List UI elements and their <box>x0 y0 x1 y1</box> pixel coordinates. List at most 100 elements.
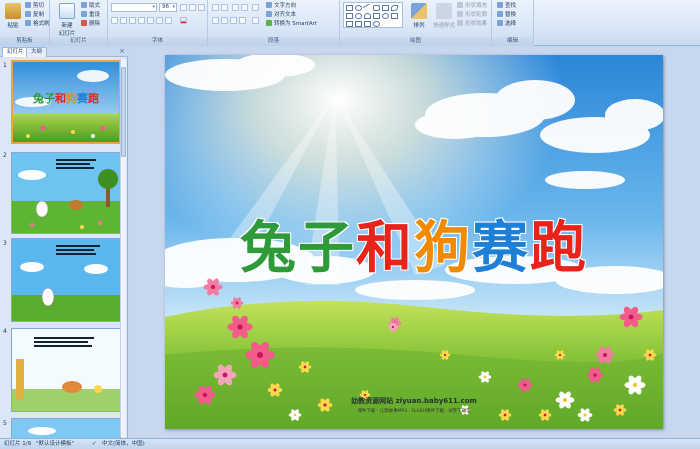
italic-icon[interactable] <box>120 17 127 24</box>
font-label: 字体 <box>108 37 207 46</box>
scrollbar-thumb[interactable] <box>121 67 126 157</box>
slide-number: 1 <box>3 62 7 69</box>
underline-icon[interactable] <box>129 17 136 24</box>
font-name-combo[interactable] <box>111 3 157 12</box>
drawing-group: 排列 快速样式 形状填充 形状轮廓 形状效果 绘图 <box>340 0 492 46</box>
spellcheck-icon[interactable]: ✓ <box>92 439 97 449</box>
line-spacing-icon[interactable] <box>252 4 259 11</box>
shapes-gallery[interactable] <box>343 2 403 28</box>
tab-outline[interactable]: 大纲 <box>26 47 48 57</box>
arc-shape-icon[interactable] <box>364 13 371 19</box>
select-button[interactable]: 选择 <box>497 20 516 28</box>
paragraph-label: 段落 <box>208 37 339 46</box>
quick-styles-icon <box>436 3 452 19</box>
align-right-icon[interactable] <box>230 17 237 24</box>
drawing-label: 绘图 <box>340 37 491 46</box>
thumbnail-title: 兔子和狗赛跑 <box>33 92 99 105</box>
arrow-shape-icon[interactable] <box>391 5 398 11</box>
title-char: 和 <box>356 216 414 281</box>
title-char: 狗 <box>414 216 472 281</box>
shape-effects-button[interactable]: 形状效果 <box>457 20 487 28</box>
tab-slides[interactable]: 幻灯片 <box>2 47 29 57</box>
slide-thumbnail-3[interactable] <box>11 238 121 322</box>
smiley-shape-icon[interactable] <box>373 21 380 27</box>
brush-icon <box>25 20 31 26</box>
pentagon-shape-icon[interactable] <box>346 21 353 27</box>
paint-bucket-icon <box>457 2 463 8</box>
arrange-button[interactable]: 排列 <box>408 3 430 35</box>
grow-font-icon[interactable] <box>180 4 187 11</box>
quick-styles-button[interactable]: 快速样式 <box>431 3 457 35</box>
scissors-icon <box>25 2 31 8</box>
cut-button[interactable]: 剪切 <box>25 2 44 10</box>
numbering-icon[interactable] <box>221 4 228 11</box>
paste-button[interactable]: 粘贴 <box>2 3 24 35</box>
bullets-icon[interactable] <box>212 4 219 11</box>
thumbnail-image <box>12 329 120 411</box>
format-painter-button[interactable]: 格式刷 <box>25 20 50 28</box>
slide-thumbnail-5[interactable] <box>11 418 121 438</box>
strikethrough-icon[interactable] <box>138 17 145 24</box>
close-icon[interactable]: × <box>119 47 125 55</box>
align-text-button[interactable]: 对齐文本 <box>266 11 296 19</box>
justify-icon[interactable] <box>239 17 246 24</box>
find-button[interactable]: 查找 <box>497 2 516 10</box>
bracket-shape-icon[interactable] <box>373 13 380 19</box>
slide-thumbnail-2[interactable] <box>11 152 121 234</box>
columns-icon[interactable] <box>252 17 259 24</box>
clipboard-group: 粘贴 剪切 复制 格式刷 剪贴板 <box>0 0 50 46</box>
shape-fill-button[interactable]: 形状填充 <box>457 2 487 10</box>
rounded-rect-shape-icon[interactable] <box>373 5 380 11</box>
textbox-shape-icon[interactable] <box>346 13 353 19</box>
increase-indent-icon[interactable] <box>241 4 248 11</box>
font-color-icon[interactable] <box>180 17 187 24</box>
align-left-icon[interactable] <box>212 17 219 24</box>
slide-number: 4 <box>3 328 7 335</box>
slides-group: 新建 幻灯片 版式 重设 删除 幻灯片 <box>50 0 108 46</box>
copy-button[interactable]: 复制 <box>25 11 44 19</box>
align-center-icon[interactable] <box>221 17 228 24</box>
line-shape-icon[interactable] <box>362 3 373 13</box>
slides-pane-scrollbar[interactable] <box>120 59 126 437</box>
char-spacing-icon[interactable] <box>156 17 163 24</box>
chevron-shape-icon[interactable] <box>355 21 362 27</box>
replace-button[interactable]: 替换 <box>497 11 516 19</box>
layout-icon <box>81 2 87 8</box>
title-char: 跑 <box>530 216 588 281</box>
language-indicator[interactable]: 中文(简体，中国) <box>102 439 145 449</box>
shape-outline-button[interactable]: 形状轮廓 <box>457 11 487 19</box>
cursor-icon <box>497 20 503 26</box>
slide-thumbnail-4[interactable] <box>11 328 121 412</box>
theme-name: "默认设计模板" <box>36 441 75 447</box>
new-slide-button[interactable]: 新建 幻灯片 <box>54 3 80 37</box>
slide-thumbnail-1[interactable]: 兔子和狗赛跑 <box>11 60 121 144</box>
slide-position: 幻灯片 1/9 <box>4 441 32 447</box>
font-size-combo[interactable]: 96 <box>159 3 177 12</box>
delete-button[interactable]: 删除 <box>81 20 100 28</box>
bold-icon[interactable] <box>111 17 118 24</box>
decrease-indent-icon[interactable] <box>232 4 239 11</box>
shadow-icon[interactable] <box>147 17 154 24</box>
star-shape-icon[interactable] <box>382 13 389 19</box>
triangle-shape-icon[interactable] <box>382 5 389 11</box>
current-slide[interactable]: 兔子和狗赛跑 幼教资源网站 ziyuan.baby611.com 课件下载 · … <box>165 55 663 429</box>
clear-format-icon[interactable] <box>198 4 205 11</box>
smartart-button[interactable]: 转换为 SmartArt <box>266 20 317 28</box>
slide-title[interactable]: 兔子和狗赛跑 <box>165 203 663 284</box>
oval-shape-icon[interactable] <box>355 5 362 11</box>
clipboard-label: 剪贴板 <box>0 37 49 46</box>
callout-shape-icon[interactable] <box>355 13 362 19</box>
change-case-icon[interactable] <box>165 17 172 24</box>
slide-number: 5 <box>3 420 7 427</box>
font-group: 96 字体 <box>108 0 208 46</box>
text-direction-button[interactable]: 文字方向 <box>266 2 296 10</box>
shrink-font-icon[interactable] <box>189 4 196 11</box>
brace-shape-icon[interactable] <box>391 13 398 19</box>
text-direction-icon <box>266 2 272 8</box>
reset-button[interactable]: 重设 <box>81 11 100 19</box>
layout-button[interactable]: 版式 <box>81 2 100 10</box>
arrange-icon <box>411 3 427 19</box>
heart-shape-icon[interactable] <box>364 21 371 27</box>
pen-icon <box>457 11 463 17</box>
rectangle-shape-icon[interactable] <box>346 5 353 11</box>
